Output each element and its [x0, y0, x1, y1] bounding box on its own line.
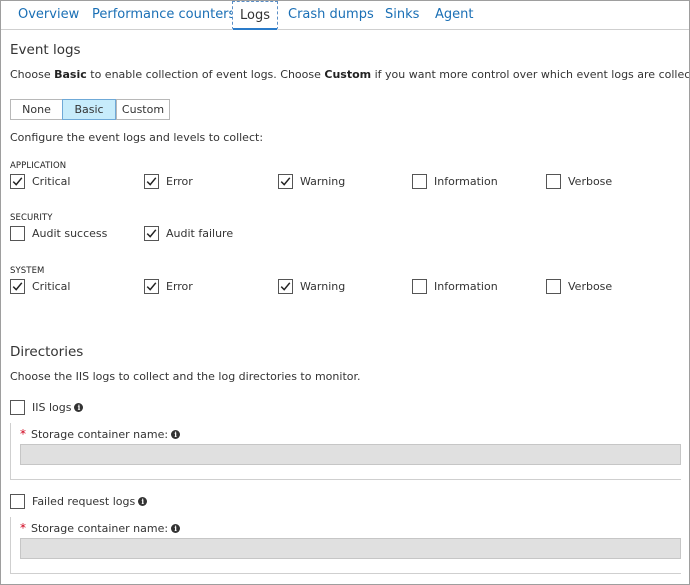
tab-overview[interactable]: Overview [18, 1, 79, 28]
system-error-label: Error [166, 280, 193, 293]
system-warning-checkbox[interactable] [278, 279, 293, 294]
info-icon[interactable]: i [171, 524, 181, 533]
group-label-application: APPLICATION [10, 161, 67, 171]
tab-performance-counters[interactable]: Performance counters [92, 1, 235, 28]
event-logs-heading: Event logs [10, 42, 81, 58]
mode-custom-option[interactable]: Custom [116, 99, 170, 120]
failed-request-logs-settings: * Storage container name: i [10, 517, 681, 574]
group-label-security: SECURITY [10, 213, 53, 223]
iis-logs-settings: * Storage container name: i [10, 423, 681, 480]
directories-description: Choose the IIS logs to collect and the l… [10, 370, 361, 383]
info-icon[interactable]: i [171, 430, 181, 439]
system-error-checkbox[interactable] [144, 279, 159, 294]
required-asterisk: * [20, 427, 26, 441]
configure-text: Configure the event logs and levels to c… [10, 131, 264, 144]
iis-storage-label: * Storage container name: i [20, 427, 181, 441]
system-verbose-label: Verbose [568, 280, 613, 293]
directories-heading: Directories [10, 344, 84, 360]
event-logs-description: Choose Basic to enable collection of eve… [10, 68, 690, 81]
mode-none-option[interactable]: None [10, 99, 62, 120]
event-log-mode-selector: None Basic Custom [10, 99, 170, 120]
system-information-checkbox[interactable] [412, 279, 427, 294]
tab-agent[interactable]: Agent [435, 1, 473, 28]
security-audit-success-label: Audit success [32, 227, 108, 240]
group-label-system: SYSTEM [10, 266, 45, 276]
failed-storage-container-input[interactable] [20, 538, 681, 559]
application-verbose-checkbox[interactable] [546, 174, 561, 189]
system-critical-checkbox[interactable] [10, 279, 25, 294]
failed-storage-label: * Storage container name: i [20, 521, 181, 535]
application-error-label: Error [166, 175, 193, 188]
security-audit-failure-checkbox[interactable] [144, 226, 159, 241]
system-verbose-checkbox[interactable] [546, 279, 561, 294]
iis-logs-checkbox[interactable] [10, 400, 25, 415]
iis-storage-container-input[interactable] [20, 444, 681, 465]
security-audit-failure-label: Audit failure [166, 227, 234, 240]
tab-bar: Overview Performance counters Logs Crash… [1, 1, 689, 30]
application-critical-checkbox[interactable] [10, 174, 25, 189]
security-audit-success-checkbox[interactable] [10, 226, 25, 241]
info-icon[interactable]: i [138, 497, 148, 506]
system-information-label: Information [434, 280, 498, 293]
tab-crash-dumps[interactable]: Crash dumps [288, 1, 374, 28]
system-warning-label: Warning [300, 280, 346, 293]
tab-sinks[interactable]: Sinks [385, 1, 419, 28]
required-asterisk: * [20, 521, 26, 535]
logs-configuration-panel: Overview Performance counters Logs Crash… [0, 0, 690, 585]
application-verbose-label: Verbose [568, 175, 613, 188]
tab-logs[interactable]: Logs [232, 1, 278, 30]
application-error-checkbox[interactable] [144, 174, 159, 189]
application-information-checkbox[interactable] [412, 174, 427, 189]
application-information-label: Information [434, 175, 498, 188]
mode-basic-option[interactable]: Basic [62, 99, 116, 120]
failed-request-logs-checkbox[interactable] [10, 494, 25, 509]
application-warning-checkbox[interactable] [278, 174, 293, 189]
system-critical-label: Critical [32, 280, 71, 293]
application-warning-label: Warning [300, 175, 346, 188]
failed-request-logs-label: Failed request logs i [32, 495, 148, 508]
iis-logs-label: IIS logs i [32, 401, 84, 414]
info-icon[interactable]: i [74, 403, 84, 412]
application-critical-label: Critical [32, 175, 71, 188]
